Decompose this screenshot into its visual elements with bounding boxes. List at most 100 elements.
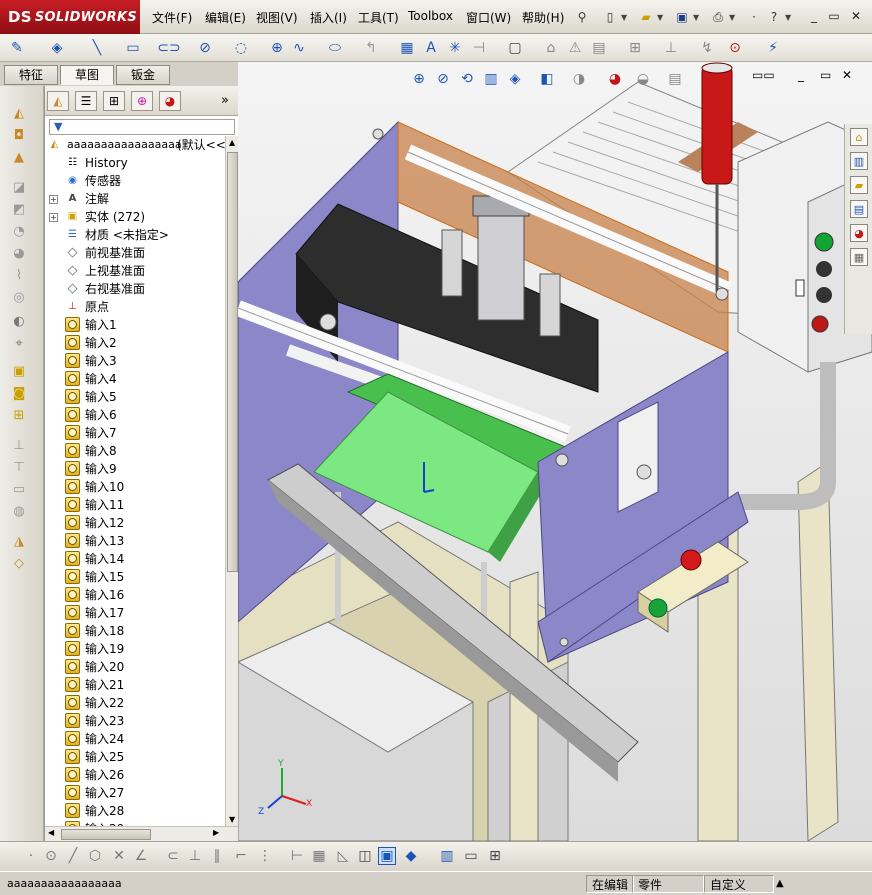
- linear-pattern-icon[interactable]: ▤: [590, 39, 608, 57]
- text-icon[interactable]: A: [422, 39, 440, 57]
- angle-tool-icon[interactable]: ∠: [132, 847, 150, 865]
- repair-sketch-icon[interactable]: ↯: [698, 39, 716, 57]
- expand-node-icon[interactable]: +: [49, 213, 58, 222]
- tab-sketch[interactable]: 草图: [60, 65, 114, 85]
- tree-item[interactable]: 输入26: [45, 766, 225, 784]
- rectangle-icon[interactable]: ▭: [124, 39, 142, 57]
- point-icon[interactable]: ✳: [446, 39, 464, 57]
- shell-icon[interactable]: ◎: [10, 288, 28, 306]
- menu-insert[interactable]: 插入(I): [310, 9, 347, 26]
- split-line-icon[interactable]: ▭: [10, 480, 28, 498]
- menu-file[interactable]: 文件(F): [152, 9, 192, 26]
- menu-view[interactable]: 视图(V): [256, 9, 298, 26]
- tree-item[interactable]: 输入7: [45, 424, 225, 442]
- chevron-down-icon[interactable]: ▼: [729, 13, 735, 22]
- sweep-icon[interactable]: ▲: [10, 148, 28, 166]
- chamfer-icon[interactable]: ◕: [10, 244, 28, 262]
- tree-item[interactable]: 输入4: [45, 370, 225, 388]
- tree-vertical-scrollbar[interactable]: ▲ ▼: [225, 136, 239, 826]
- spline-icon[interactable]: ∿: [290, 39, 308, 57]
- feature-manager-tab-icon[interactable]: ◭: [47, 91, 69, 111]
- draft-icon[interactable]: ◐: [10, 312, 28, 330]
- view-settings-icon[interactable]: ▤: [666, 70, 684, 88]
- hole-wizard-icon[interactable]: ⌖: [10, 334, 28, 352]
- mirror-icon[interactable]: ⚠: [566, 39, 584, 57]
- scroll-right-icon[interactable]: ▶: [213, 828, 219, 837]
- tree-item[interactable]: 输入24: [45, 730, 225, 748]
- parallel-icon[interactable]: ∥: [208, 847, 226, 865]
- center-circle-icon[interactable]: ⊙: [42, 847, 60, 865]
- tree-root[interactable]: ◭ aaaaaaaaaaaaaaaaa (默认<<默: [45, 136, 225, 154]
- tree-item[interactable]: + A 注解: [45, 190, 225, 208]
- open-folder-icon[interactable]: ▰: [637, 8, 655, 26]
- cut-extrude-icon[interactable]: ◪: [10, 178, 28, 196]
- chevron-down-icon[interactable]: ▼: [657, 13, 663, 22]
- display-mode-icon[interactable]: ▣: [378, 847, 396, 865]
- file-explorer-icon[interactable]: ▰: [850, 176, 868, 194]
- restore-doc-icon[interactable]: ▭: [820, 68, 831, 82]
- tree-filter-input[interactable]: ▼: [49, 119, 235, 135]
- tree-item[interactable]: ☰ 材质 <未指定>: [45, 226, 225, 244]
- minimize-app-icon[interactable]: _: [806, 9, 822, 23]
- display-relations-icon[interactable]: ⊥: [662, 39, 680, 57]
- scroll-down-icon[interactable]: ▼: [229, 815, 235, 824]
- tree-item[interactable]: + ▣ 实体 (272): [45, 208, 225, 226]
- tree-item[interactable]: 输入17: [45, 604, 225, 622]
- pin-icon[interactable]: ⚲: [573, 8, 591, 26]
- corner-rect-icon[interactable]: ⌐: [232, 847, 250, 865]
- machine-model[interactable]: Y X Z: [238, 62, 872, 841]
- instant2d-icon[interactable]: ⚡: [764, 39, 782, 57]
- cross-tool-icon[interactable]: ✕: [110, 847, 128, 865]
- tree-item[interactable]: 输入15: [45, 568, 225, 586]
- view-orientation-icon[interactable]: ◈: [506, 70, 524, 88]
- dimension-tool-icon[interactable]: ⊢: [288, 847, 306, 865]
- menu-toolbox[interactable]: Toolbox: [408, 9, 453, 23]
- zoom-to-fit-icon[interactable]: ⊕: [410, 70, 428, 88]
- trim-icon[interactable]: ⊣: [470, 39, 488, 57]
- smart-dimension-icon[interactable]: ◈: [48, 39, 66, 57]
- box-view-icon[interactable]: ◫: [356, 847, 374, 865]
- scroll-thumb[interactable]: [227, 152, 238, 572]
- section-tool-icon[interactable]: ▥: [438, 847, 456, 865]
- tree-item[interactable]: 输入28: [45, 802, 225, 820]
- edit-appearance-icon[interactable]: ◕: [606, 70, 624, 88]
- rebuild-icon[interactable]: ▣: [10, 362, 28, 380]
- tree-item[interactable]: ☷ History: [45, 154, 225, 172]
- sketch-icon[interactable]: ✎: [8, 39, 26, 57]
- expand-panel-icon[interactable]: »: [221, 93, 229, 108]
- tree-item[interactable]: 输入19: [45, 640, 225, 658]
- horizontal-scroll-thumb[interactable]: [61, 829, 151, 840]
- tree-item[interactable]: 输入21: [45, 676, 225, 694]
- dimxpert-tab-icon[interactable]: ⊕: [131, 91, 153, 111]
- chevron-down-icon[interactable]: ▼: [693, 13, 699, 22]
- tree-item[interactable]: 输入3: [45, 352, 225, 370]
- instant3d-icon[interactable]: ◮: [10, 532, 28, 550]
- tree-item[interactable]: ◉ 传感器: [45, 172, 225, 190]
- slot-icon[interactable]: ⊂⊃: [157, 39, 180, 57]
- single-view-icon[interactable]: ▭: [462, 847, 480, 865]
- tree-item[interactable]: 输入8: [45, 442, 225, 460]
- curves-icon[interactable]: ⊥: [10, 436, 28, 454]
- extrude-icon[interactable]: ◭: [10, 104, 28, 122]
- tree-item[interactable]: 输入9: [45, 460, 225, 478]
- help-icon[interactable]: ?: [765, 8, 783, 26]
- rib-icon[interactable]: ⌇: [10, 266, 28, 284]
- tree-item[interactable]: 输入12: [45, 514, 225, 532]
- close-app-icon[interactable]: ✕: [848, 9, 864, 23]
- section-view-icon[interactable]: ▥: [482, 70, 500, 88]
- ellipse-icon[interactable]: ⬭: [326, 39, 344, 57]
- cut-revolve-icon[interactable]: ◩: [10, 200, 28, 218]
- shaded-icon[interactable]: ◆: [402, 847, 420, 865]
- revolve-icon[interactable]: ◘: [10, 126, 28, 144]
- menu-help[interactable]: 帮助(H): [522, 9, 564, 26]
- tree-item[interactable]: 输入5: [45, 388, 225, 406]
- new-document-icon[interactable]: ▯: [601, 8, 619, 26]
- display-style-icon[interactable]: ◧: [538, 70, 556, 88]
- view-palette-icon[interactable]: ▤: [850, 200, 868, 218]
- tree-item[interactable]: 输入22: [45, 694, 225, 712]
- tree-item[interactable]: 输入13: [45, 532, 225, 550]
- more-options-icon[interactable]: ·: [745, 8, 763, 26]
- menu-tools[interactable]: 工具(T): [358, 9, 399, 26]
- tangent-arc-icon[interactable]: ⊂: [164, 847, 182, 865]
- menu-window[interactable]: 窗口(W): [466, 9, 511, 26]
